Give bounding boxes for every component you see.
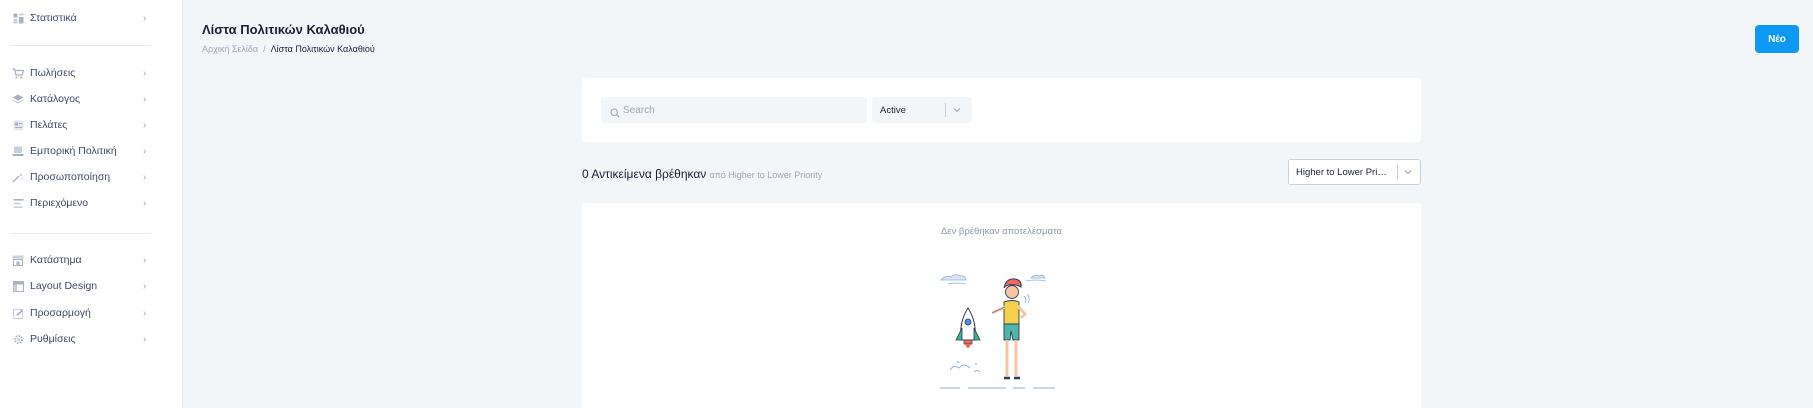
layers-icon bbox=[12, 93, 24, 105]
sidebar-divider bbox=[10, 233, 151, 234]
sidebar-item-catalog[interactable]: Κατάλογος › bbox=[0, 88, 160, 110]
results-summary: 0 Αντικείμενα βρέθηκαν από Higher to Lowe… bbox=[582, 165, 822, 183]
sidebar-item-label: Κατάλογος bbox=[30, 93, 81, 105]
breadcrumb: Αρχική Σελίδα / Λίστα Πολιτικών Καλαθιού bbox=[202, 44, 375, 54]
content-icon bbox=[12, 197, 24, 209]
sidebar-divider bbox=[10, 45, 151, 46]
main-content: Λίστα Πολιτικών Καλαθιού Αρχική Σελίδα / Λ… bbox=[182, 0, 1813, 408]
new-button[interactable]: Νέο bbox=[1755, 25, 1799, 53]
layout-icon bbox=[12, 280, 24, 292]
sidebar-item-label: Πωλήσεις bbox=[30, 67, 76, 79]
search-icon bbox=[610, 105, 620, 123]
sidebar-item-commercial-policy[interactable]: Εμπορική Πολιτική › bbox=[0, 140, 160, 162]
chevron-right-icon: › bbox=[143, 254, 147, 266]
sidebar-item-customers[interactable]: Πελάτες › bbox=[0, 114, 160, 136]
chevron-down-icon bbox=[1403, 165, 1413, 184]
chevron-right-icon: › bbox=[143, 171, 147, 183]
chevron-right-icon: › bbox=[143, 280, 147, 292]
sidebar: Στατιστικά › Πωλήσεις › Κατάλογος › Πελά… bbox=[0, 0, 181, 408]
breadcrumb-home-link[interactable]: Αρχική Σελίδα bbox=[202, 44, 258, 54]
edit-icon bbox=[12, 307, 24, 319]
breadcrumb-separator: / bbox=[263, 44, 266, 54]
filter-card: Active bbox=[582, 78, 1421, 142]
results-sort-note: από Higher to Lower Priority bbox=[709, 170, 823, 180]
sidebar-item-label: Στατιστικά bbox=[30, 12, 77, 24]
status-select-value: Active bbox=[880, 105, 906, 116]
chevron-right-icon: › bbox=[143, 93, 147, 105]
chevron-right-icon: › bbox=[143, 12, 147, 24]
sidebar-item-statistics[interactable]: Στατιστικά › bbox=[0, 7, 160, 29]
chevron-down-icon bbox=[952, 103, 962, 122]
page-title: Λίστα Πολιτικών Καλαθιού bbox=[202, 22, 365, 37]
chart-icon bbox=[12, 12, 24, 24]
sidebar-item-layout-design[interactable]: Layout Design › bbox=[0, 275, 160, 297]
sidebar-item-label: Προσωποποίηση bbox=[30, 171, 111, 183]
sidebar-item-label: Κατάστημα bbox=[30, 254, 82, 266]
rocket-launch-illustration bbox=[938, 270, 1063, 408]
sidebar-item-label: Εμπορική Πολιτική bbox=[30, 145, 117, 157]
cart-icon bbox=[12, 67, 24, 79]
sidebar-item-content[interactable]: Περιεχόμενο › bbox=[0, 192, 160, 214]
chevron-right-icon: › bbox=[143, 145, 147, 157]
breadcrumb-current: Λίστα Πολιτικών Καλαθιού bbox=[270, 44, 375, 54]
sort-select-value: Higher to Lower Priority bbox=[1296, 167, 1391, 178]
sort-select[interactable]: Higher to Lower Priority bbox=[1288, 159, 1421, 185]
sidebar-item-label: Layout Design bbox=[30, 280, 98, 292]
sidebar-item-customization[interactable]: Προσαρμογή › bbox=[0, 302, 160, 324]
chevron-right-icon: › bbox=[143, 333, 147, 345]
search-box bbox=[601, 97, 867, 123]
select-separator bbox=[1397, 165, 1398, 179]
policy-icon bbox=[12, 145, 24, 157]
chevron-right-icon: › bbox=[143, 307, 147, 319]
empty-state-message: Δεν βρέθηκαν αποτελέσματα bbox=[940, 226, 1063, 237]
status-select[interactable]: Active bbox=[872, 97, 972, 123]
store-icon bbox=[12, 254, 24, 266]
sidebar-item-settings[interactable]: Ρυθμίσεις › bbox=[0, 328, 160, 350]
select-separator bbox=[945, 103, 946, 117]
chevron-right-icon: › bbox=[143, 197, 147, 209]
sidebar-item-label: Περιεχόμενο bbox=[30, 197, 89, 209]
gear-icon bbox=[12, 333, 24, 345]
magic-wand-icon bbox=[12, 171, 24, 183]
results-count: 0 Αντικείμενα βρέθηκαν bbox=[582, 167, 707, 181]
sidebar-item-personalization[interactable]: Προσωποποίηση › bbox=[0, 166, 160, 188]
chevron-right-icon: › bbox=[143, 67, 147, 79]
sidebar-item-sales[interactable]: Πωλήσεις › bbox=[0, 62, 160, 84]
chevron-right-icon: › bbox=[143, 119, 147, 131]
sidebar-item-label: Πελάτες bbox=[30, 119, 68, 131]
sidebar-item-label: Ρυθμίσεις bbox=[30, 333, 76, 345]
sidebar-item-label: Προσαρμογή bbox=[30, 307, 91, 319]
users-icon bbox=[12, 119, 24, 131]
empty-state-card: Δεν βρέθηκαν αποτελέσματα bbox=[582, 203, 1421, 408]
search-input[interactable] bbox=[623, 97, 863, 123]
sidebar-item-store[interactable]: Κατάστημα › bbox=[0, 249, 160, 271]
